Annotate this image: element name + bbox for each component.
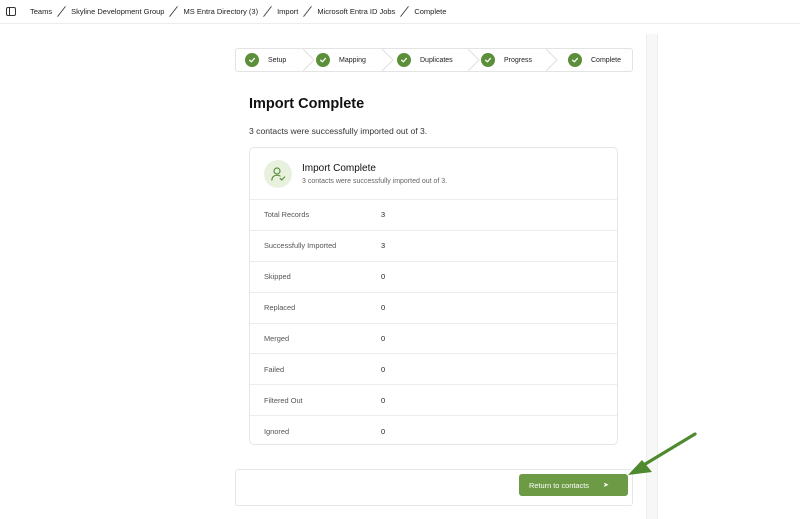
summary-row-successfully-imported: Successfully Imported 3 [250, 231, 617, 262]
page-title: Import Complete [249, 96, 365, 112]
top-bar: Teams Skyline Development Group MS Entra… [0, 0, 800, 24]
summary-row-filtered-out: Filtered Out 0 [250, 385, 617, 417]
check-icon [316, 53, 330, 67]
step-label: Mapping [339, 56, 366, 64]
step-divider-icon [545, 48, 558, 72]
breadcrumb-item-import[interactable]: Import [277, 7, 298, 16]
row-label: Replaced [264, 303, 296, 313]
row-label: Skipped [264, 272, 291, 282]
breadcrumb-separator-icon [303, 6, 312, 17]
check-icon [568, 53, 582, 67]
row-label: Total Records [264, 210, 310, 220]
breadcrumb-separator-icon [57, 6, 66, 17]
step-setup[interactable]: Setup [236, 48, 315, 72]
summary-row-skipped: Skipped 0 [250, 262, 617, 293]
user-check-icon [264, 159, 292, 188]
step-divider-icon [302, 48, 315, 72]
step-progress[interactable]: Progress [480, 48, 558, 72]
summary-row-total-records: Total Records 3 [250, 200, 617, 231]
row-value: 0 [381, 272, 386, 282]
breadcrumb-item-teams[interactable]: Teams [30, 7, 52, 16]
row-label: Merged [264, 334, 290, 343]
step-label: Setup [268, 56, 287, 64]
row-label: Filtered Out [264, 395, 303, 405]
step-complete[interactable]: Complete [558, 49, 632, 71]
summary-row-replaced: Replaced 0 [250, 293, 617, 324]
breadcrumb: Teams Skyline Development Group MS Entra… [30, 6, 446, 17]
breadcrumb-item-jobs[interactable]: Microsoft Entra ID Jobs [317, 7, 395, 16]
return-button-label: Return to contacts [529, 480, 589, 490]
summary-row-failed: Failed 0 [250, 354, 617, 386]
row-label: Failed [264, 364, 285, 374]
arrow-right-icon: ➤ [602, 482, 609, 489]
annotation-arrow-icon [628, 432, 697, 475]
step-label: Duplicates [420, 56, 453, 64]
breadcrumb-separator-icon [169, 6, 178, 17]
breadcrumb-item-directory[interactable]: MS Entra Directory (3) [183, 7, 258, 16]
check-icon [397, 53, 411, 67]
card-header: Import Complete 3 contacts were successf… [250, 148, 617, 200]
row-value: 3 [381, 210, 386, 220]
step-label: Complete [591, 56, 621, 64]
return-to-contacts-button[interactable]: Return to contacts ➤ [519, 474, 628, 496]
row-value: 3 [381, 241, 386, 251]
sidebar-toggle-icon[interactable] [6, 7, 16, 16]
breadcrumb-separator-icon [400, 6, 409, 17]
step-duplicates[interactable]: Duplicates [394, 48, 480, 72]
row-value: 0 [381, 364, 386, 374]
breadcrumb-item-complete: Complete [414, 7, 447, 16]
card-subtitle: 3 contacts were successfully imported ou… [302, 177, 448, 185]
check-icon [481, 53, 495, 67]
import-stepper: Setup Mapping Duplicates Progress Comple… [235, 48, 633, 72]
breadcrumb-item-group[interactable]: Skyline Development Group [71, 7, 164, 16]
summary-row-merged: Merged 0 [250, 324, 617, 355]
row-value: 0 [381, 303, 386, 313]
row-value: 0 [381, 395, 386, 405]
step-divider-icon [467, 48, 480, 72]
row-label: Ignored [264, 427, 290, 437]
breadcrumb-separator-icon [263, 6, 272, 17]
page-subtitle: 3 contacts were successfully imported ou… [249, 126, 428, 136]
row-label: Successfully Imported [264, 241, 337, 251]
import-summary-card: Import Complete 3 contacts were successf… [249, 147, 618, 445]
row-value: 0 [381, 334, 386, 343]
summary-row-ignored: Ignored 0 [250, 416, 617, 444]
step-mapping[interactable]: Mapping [315, 48, 394, 72]
step-label: Progress [504, 56, 533, 64]
row-value: 0 [381, 427, 386, 437]
step-divider-icon [381, 48, 394, 72]
check-icon [245, 53, 259, 67]
card-title: Import Complete [302, 162, 376, 174]
